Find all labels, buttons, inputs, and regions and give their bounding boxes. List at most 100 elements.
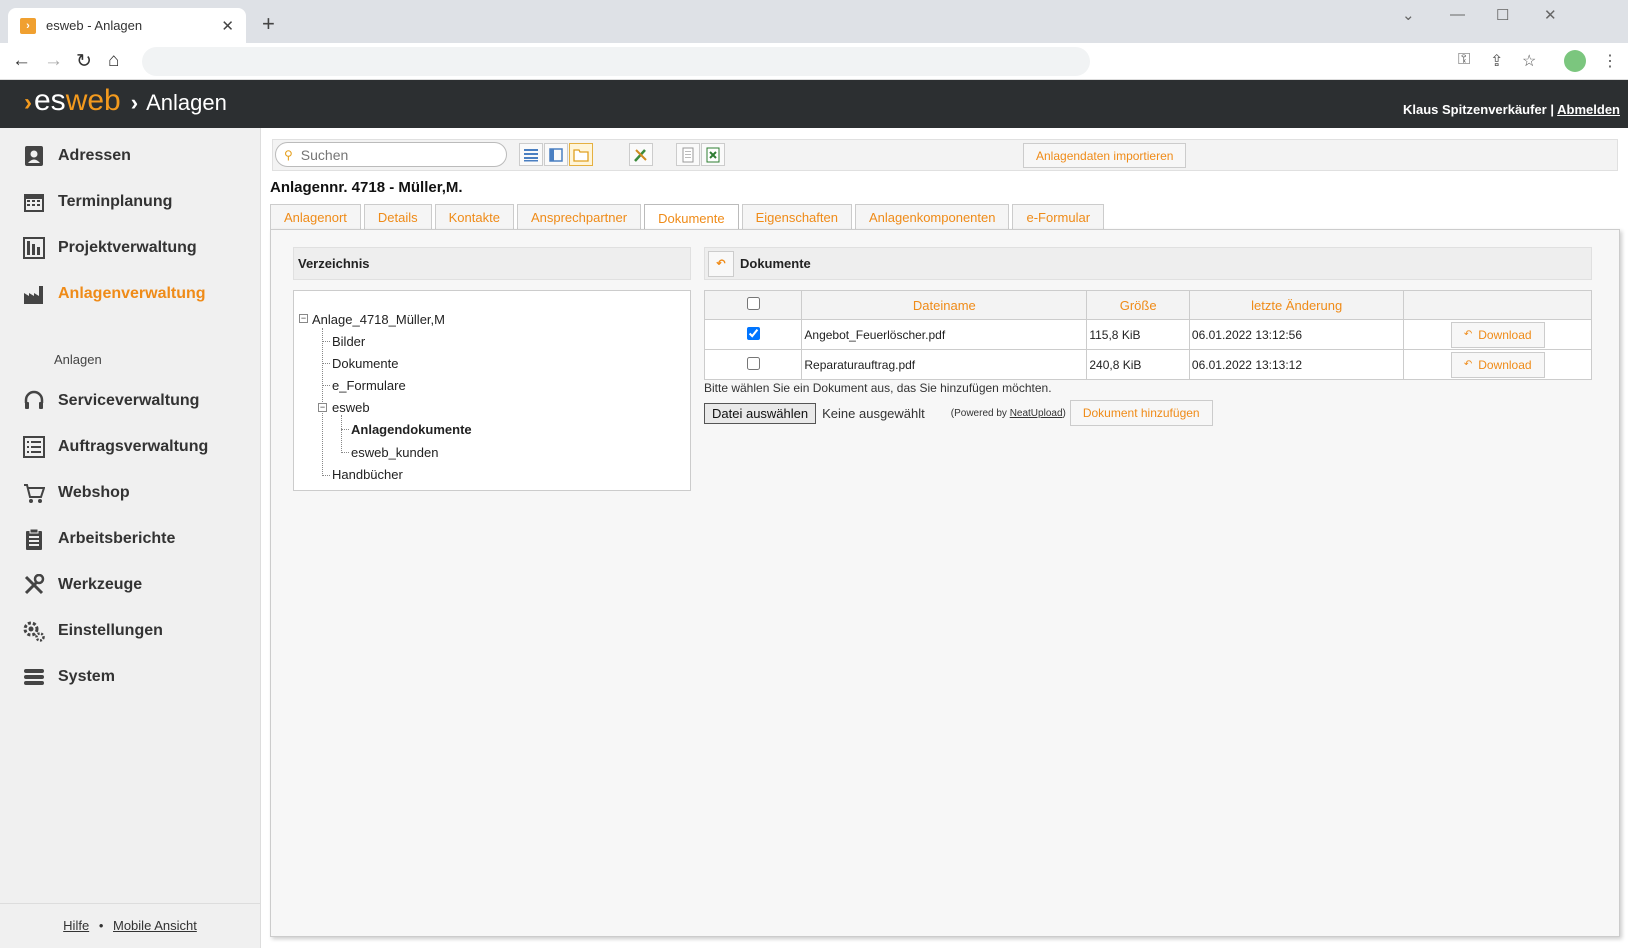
download-label: Download (1478, 357, 1532, 372)
import-button[interactable]: Anlagendaten importieren (1023, 143, 1187, 168)
tree-node-e-formulare[interactable]: e_Formulare (332, 378, 406, 393)
cart-icon (22, 481, 46, 505)
excel-export-button[interactable] (701, 143, 725, 166)
tree-node-handbuecher[interactable]: Handbücher (332, 467, 403, 482)
add-document-button[interactable]: Dokument hinzufügen (1069, 400, 1213, 426)
powered-by: (Powered by NeatUpload) (951, 408, 1066, 419)
edit-button[interactable] (629, 143, 653, 166)
row-checkbox[interactable] (746, 356, 760, 370)
headset-icon (22, 389, 46, 413)
sidebar-item-arbeitsberichte[interactable]: Arbeitsberichte (22, 527, 175, 551)
choose-file-button[interactable]: Datei auswählen (704, 402, 817, 424)
folder-view-button[interactable] (569, 143, 593, 166)
logo-web: web (65, 84, 121, 117)
tree-node-esweb[interactable]: esweb (332, 400, 370, 415)
main-toolbar: ⚲ Anlagendaten importieren (272, 139, 1618, 171)
sidebar-item-auftragsverwaltung[interactable]: Auftragsverwaltung (22, 435, 208, 459)
new-tab-icon[interactable]: + (262, 11, 275, 37)
tab-ansprechpartner[interactable]: Ansprechpartner (516, 204, 642, 230)
tree-node-anlagendokumente[interactable]: Anlagendokumente (351, 422, 472, 437)
column-header-size[interactable]: Größe (1086, 290, 1190, 320)
directory-tree: − Anlage_4718_Müller,M Bilder Dokumente … (293, 290, 691, 491)
sidebar-subitem-anlagen[interactable]: Anlagen (54, 352, 102, 367)
row-filename: Angebot_Feuerlöscher.pdf (801, 319, 1088, 350)
maximize-icon[interactable]: ☐ (1496, 6, 1509, 24)
tab-search-icon[interactable]: ⌄ (1402, 6, 1415, 24)
collapse-root-icon[interactable]: − (299, 314, 308, 323)
main-content: ⚲ Anlagendaten importieren Anlagennr. 47… (262, 128, 1628, 948)
reload-icon[interactable]: ↻ (76, 50, 92, 73)
close-tab-icon[interactable]: ✕ (221, 17, 234, 35)
star-icon[interactable]: ☆ (1522, 51, 1536, 71)
browser-tab[interactable]: › esweb - Anlagen ✕ (8, 8, 246, 43)
tree-line (322, 385, 330, 386)
forward-icon[interactable]: → (44, 50, 63, 72)
download-button[interactable]: ↶ Download (1450, 321, 1545, 348)
logout-link[interactable]: Abmelden (1557, 102, 1620, 117)
address-bar[interactable] (142, 47, 1090, 76)
print-button[interactable] (676, 143, 700, 166)
tab-anlagenkomponenten[interactable]: Anlagenkomponenten (854, 204, 1010, 230)
key-icon[interactable]: ⚿ (1458, 51, 1470, 69)
download-label: Download (1478, 327, 1532, 342)
list-view-button[interactable] (519, 143, 543, 166)
column-header-modified[interactable]: letzte Änderung (1188, 290, 1405, 320)
sidebar-item-serviceverwaltung[interactable]: Serviceverwaltung (22, 389, 199, 413)
no-file-label: Keine ausgewählt (822, 405, 925, 421)
page-title: Anlagennr. 4718 - Müller,M. (270, 179, 463, 196)
row-checkbox[interactable] (746, 326, 760, 340)
row-filename: Reparaturauftrag.pdf (801, 349, 1088, 380)
row-actions: ↶ Download (1403, 349, 1592, 380)
window-close-icon[interactable]: ✕ (1544, 6, 1557, 24)
sidebar-item-anlagenverwaltung[interactable]: Anlagenverwaltung (22, 282, 206, 306)
sidebar-item-werkzeuge[interactable]: Werkzeuge (22, 573, 142, 597)
sidebar-item-projektverwaltung[interactable]: Projektverwaltung (22, 236, 197, 260)
tab-eigenschaften[interactable]: Eigenschaften (741, 204, 852, 230)
tab-bar: Anlagenort Details Kontakte Ansprechpart… (270, 204, 1107, 231)
tab-e-formular[interactable]: e-Formular (1012, 204, 1105, 230)
back-icon[interactable]: ← (12, 50, 31, 72)
sidebar-item-einstellungen[interactable]: Einstellungen (22, 619, 163, 643)
tree-node-bilder[interactable]: Bilder (332, 334, 365, 349)
mobile-view-link[interactable]: Mobile Ansicht (113, 918, 197, 933)
download-button[interactable]: ↶ Download (1450, 351, 1545, 378)
minimize-icon[interactable]: — (1450, 6, 1465, 23)
select-all-checkbox[interactable] (746, 297, 760, 310)
menu-icon[interactable]: ⋮ (1602, 51, 1618, 71)
profile-avatar[interactable] (1564, 50, 1586, 72)
help-link[interactable]: Hilfe (63, 918, 89, 933)
tree-line (322, 475, 330, 476)
sidebar-item-terminplanung[interactable]: Terminplanung (22, 190, 172, 214)
row-select-cell (703, 319, 803, 350)
row-select-cell (703, 349, 803, 380)
tab-details[interactable]: Details (363, 204, 432, 230)
share-icon[interactable]: ⇪ (1490, 51, 1503, 71)
column-header-name[interactable]: Dateiname (801, 290, 1088, 320)
download-arrow-icon: ↶ (1463, 359, 1473, 370)
tree-node-dokumente[interactable]: Dokumente (332, 356, 398, 371)
search-box[interactable]: ⚲ (275, 142, 507, 167)
tree-node-root[interactable]: Anlage_4718_Müller,M (312, 312, 445, 327)
tree-node-esweb-kunden[interactable]: esweb_kunden (351, 445, 438, 460)
factory-icon (22, 282, 46, 306)
documents-heading-label: Dokumente (740, 256, 811, 271)
sidebar-item-label: Terminplanung (58, 193, 173, 210)
tab-anlagenort[interactable]: Anlagenort (270, 204, 361, 230)
collapse-esweb-icon[interactable]: − (318, 403, 327, 412)
sidebar-item-webshop[interactable]: Webshop (22, 481, 130, 505)
neatupload-link[interactable]: NeatUpload (1010, 408, 1063, 419)
row-modified: 06.01.2022 13:12:56 (1188, 319, 1405, 350)
folder-up-button[interactable]: ↶ (708, 250, 734, 277)
sidebar-item-label: Anlagenverwaltung (58, 285, 206, 302)
detail-view-button[interactable] (544, 143, 568, 166)
home-icon[interactable]: ⌂ (108, 50, 119, 72)
upload-row: Datei auswählen Keine ausgewählt (Powere… (704, 400, 1213, 426)
sidebar-item-adressen[interactable]: Adressen (22, 144, 131, 168)
tab-kontakte[interactable]: Kontakte (434, 204, 514, 230)
address-book-icon (22, 144, 46, 168)
powered-suffix: ) (1062, 407, 1066, 419)
search-input[interactable] (300, 146, 491, 163)
sidebar-item-system[interactable]: System (22, 665, 115, 689)
logo[interactable]: › es web › Anlagen (24, 84, 227, 118)
tab-dokumente[interactable]: Dokumente (644, 204, 739, 231)
